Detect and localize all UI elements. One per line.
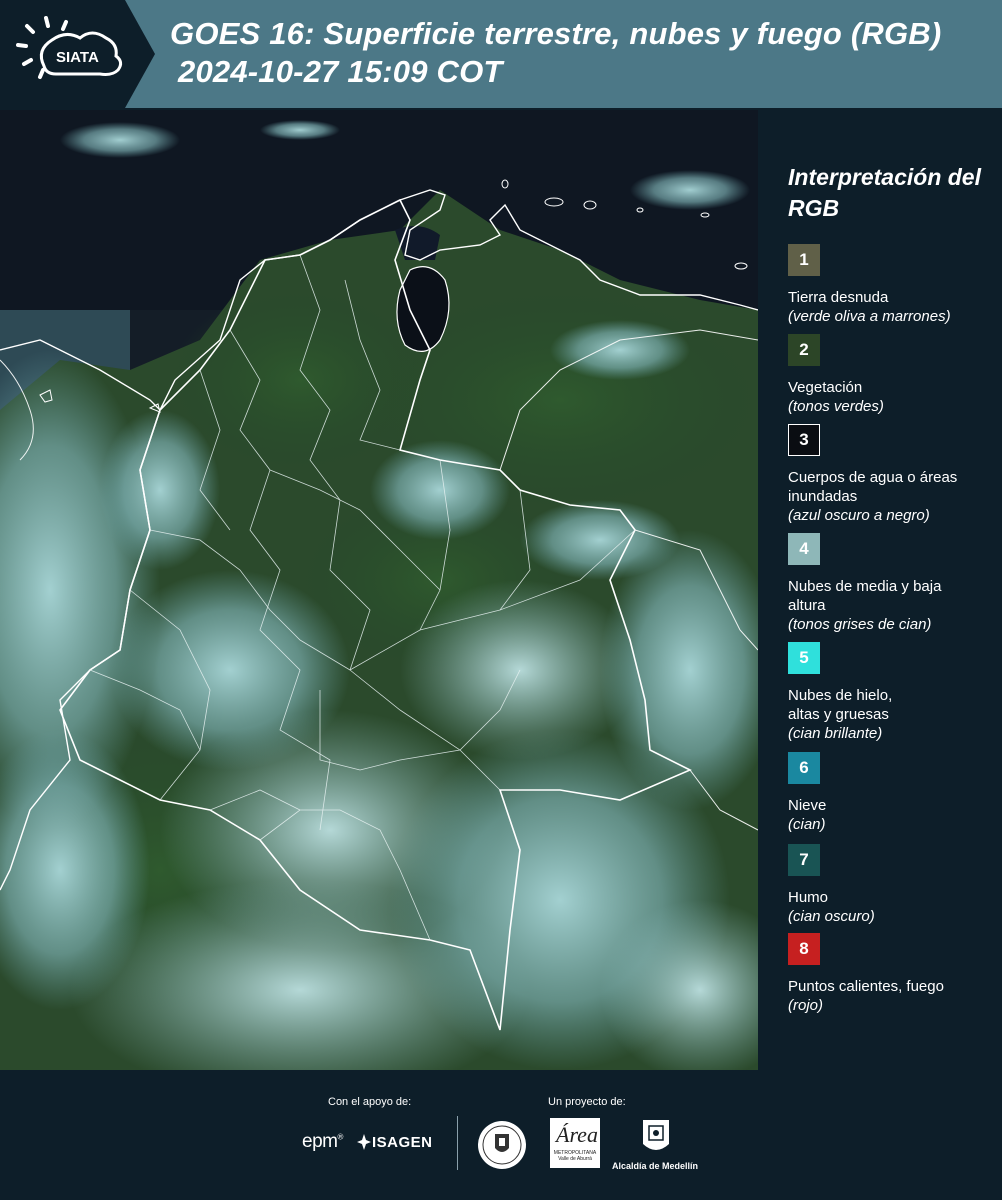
header-bar: SIATA GOES 16: Superficie terrestre, nub… xyxy=(0,0,1002,108)
legend-swatch: 7 xyxy=(788,844,820,876)
legend-panel: Interpretación del RGB 1 Tierra desnuda … xyxy=(770,110,1002,1070)
legend-description: (verde oliva a marrones) xyxy=(788,308,951,325)
siata-logo: SIATA xyxy=(0,0,155,108)
legend-swatch: 4 xyxy=(788,533,820,565)
map-border xyxy=(758,110,761,1070)
legend-item-snow: 6 Nieve (cian) xyxy=(788,752,998,834)
legend-label: Cuerpos de agua o áreas inundadas xyxy=(788,469,958,505)
legend-swatch: 5 xyxy=(788,642,820,674)
siata-logo-text: SIATA xyxy=(56,49,99,66)
legend-item-vegetation: 2 Vegetación (tonos verdes) xyxy=(788,334,998,416)
page-timestamp: 2024-10-27 15:09 COT xyxy=(178,54,503,89)
legend-title: Interpretación del RGB xyxy=(788,164,981,221)
legend-label: Nubes de hielo, altas y gruesas xyxy=(788,687,893,723)
page-title: GOES 16: Superficie terrestre, nubes y f… xyxy=(170,16,942,51)
area-metropolitana-text: Área xyxy=(556,1122,598,1147)
legend-label: Nieve xyxy=(788,797,827,814)
legend-description: (azul oscuro a negro) xyxy=(788,507,930,524)
legend-swatch: 2 xyxy=(788,334,820,366)
legend-description: (rojo) xyxy=(788,997,824,1014)
legend-item-low-clouds: 4 Nubes de media y baja altura (tonos gr… xyxy=(788,533,998,634)
legend-item-water: 3 Cuerpos de agua o áreas inundadas (azu… xyxy=(788,424,998,525)
legend-label: Tierra desnuda xyxy=(788,289,889,306)
project-label: Un proyecto de: xyxy=(548,1096,626,1108)
legend-swatch: 1 xyxy=(788,244,820,276)
alcaldia-logo-text: Alcaldía de Medellín xyxy=(612,1161,699,1171)
support-label: Con el apoyo de: xyxy=(328,1096,412,1108)
legend-label: Humo xyxy=(788,889,829,906)
legend-item-fire: 8 Puntos calientes, fuego (rojo) xyxy=(788,933,998,1015)
isagen-icon xyxy=(357,1134,371,1150)
footer: Con el apoyo de: Un proyecto de: epm® IS… xyxy=(0,1070,1002,1200)
university-seal-icon xyxy=(478,1121,526,1169)
area-metropolitana-subtitle: METROPOLITANA Valle de Aburrá xyxy=(553,1150,597,1162)
legend-item-bare-land: 1 Tierra desnuda (verde oliva a marrones… xyxy=(788,244,998,326)
legend-description: (cian) xyxy=(788,816,826,833)
legend-description: (tonos verdes) xyxy=(788,398,884,415)
legend-swatch: 3 xyxy=(788,424,820,456)
epm-logo: epm® xyxy=(302,1131,343,1152)
legend-description: (cian brillante) xyxy=(788,725,883,742)
legend-swatch: 6 xyxy=(788,752,820,784)
alcaldia-shield-icon xyxy=(643,1120,669,1150)
legend-description: (tonos grises de cian) xyxy=(788,616,932,633)
legend-label: Puntos calientes, fuego xyxy=(788,978,944,995)
legend-description: (cian oscuro) xyxy=(788,908,875,925)
lake-maracaibo xyxy=(396,266,450,352)
isagen-logo: ISAGEN xyxy=(372,1134,433,1151)
legend-item-ice-clouds: 5 Nubes de hielo, altas y gruesas (cian … xyxy=(788,642,998,743)
legend-label: Vegetación xyxy=(788,379,863,396)
legend-swatch: 8 xyxy=(788,933,820,965)
legend-label: Nubes de media y baja altura xyxy=(788,578,942,614)
legend-item-smoke: 7 Humo (cian oscuro) xyxy=(788,844,998,926)
satellite-map xyxy=(0,110,758,1070)
footer-divider xyxy=(457,1116,458,1170)
